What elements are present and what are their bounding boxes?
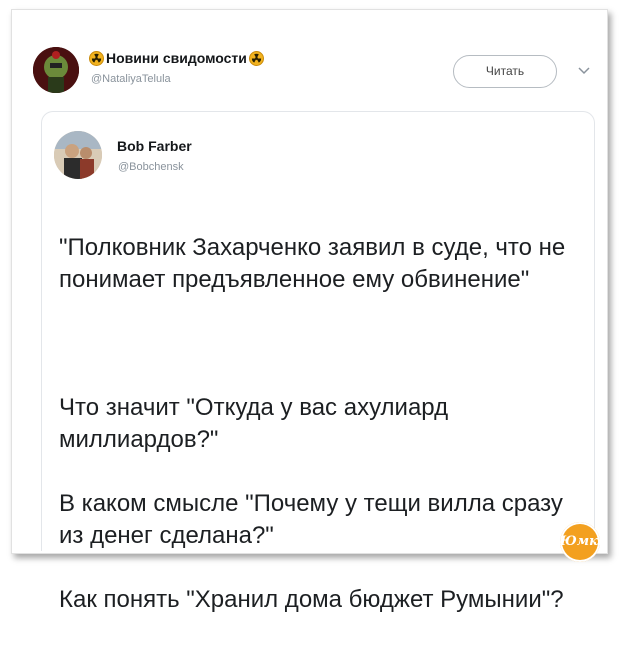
display-name: Новини свидомости — [106, 50, 247, 66]
watermark-logo: Юмка — [560, 522, 606, 562]
avatar-image — [54, 131, 102, 179]
chevron-down-icon[interactable] — [578, 66, 590, 76]
tweet-card: Новини свидомости @NataliyaTelula Читать — [11, 9, 608, 613]
quoted-user-avatar[interactable] — [54, 131, 102, 179]
user-handle[interactable]: @NataliyaTelula — [91, 73, 171, 85]
follow-button[interactable]: Читать — [453, 55, 557, 88]
user-avatar[interactable] — [33, 47, 79, 93]
quoted-tweet[interactable]: Bob Farber @Bobchensk "Полковник Захарче… — [41, 111, 595, 613]
tweet-text-line: В каком смысле "Почему у тещи вилла сраз… — [59, 490, 563, 549]
radiation-icon — [89, 50, 104, 66]
display-name-row[interactable]: Новини свидомости — [89, 50, 264, 66]
quoted-tweet-text: "Полковник Захарченко заявил в суде, что… — [59, 200, 589, 648]
tweet-header: Новини свидомости @NataliyaTelula Читать — [12, 10, 607, 105]
tweet-text-line: "Полковник Захарченко заявил в суде, что… — [59, 234, 566, 293]
quoted-display-name: Bob Farber — [117, 138, 192, 154]
quoted-handle: @Bobchensk — [118, 161, 184, 173]
tweet-text-line: Что значит "Откуда у вас ахулиард миллиа… — [59, 394, 449, 453]
avatar-image — [33, 47, 79, 93]
tweet-text-line: Как понять "Хранил дома бюджет Румынии"? — [59, 586, 564, 613]
radiation-icon — [248, 50, 264, 66]
